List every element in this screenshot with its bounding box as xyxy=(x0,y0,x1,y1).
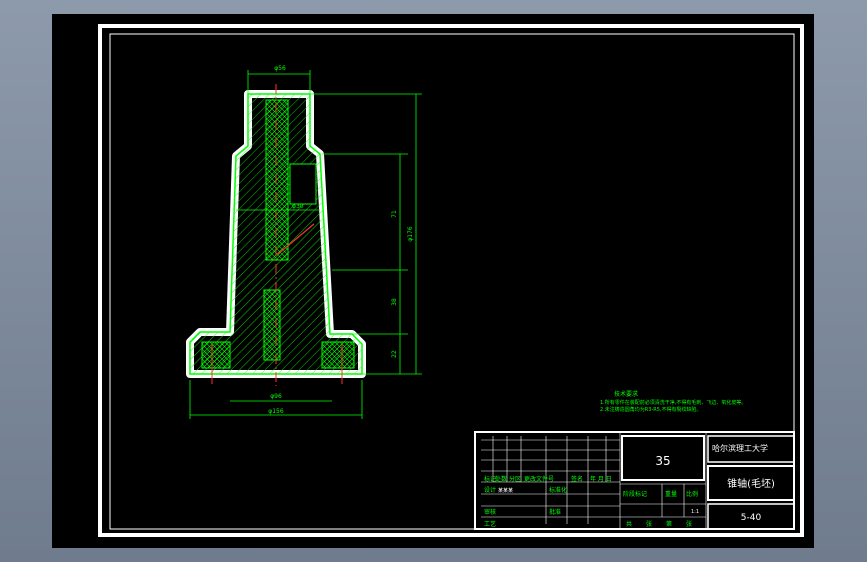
dim-base-height: 22 xyxy=(391,350,398,358)
grid-label-4: 更改文件号 xyxy=(524,475,554,483)
dim-bottom-dia: φ156 xyxy=(268,408,284,415)
grid-label-6: 年 月 日 xyxy=(590,475,612,483)
material-text: 35 xyxy=(655,454,670,468)
dim-total-height: φ176 xyxy=(407,226,414,242)
grid-label-5: 签名 xyxy=(571,475,583,483)
scale-label: 比例 xyxy=(686,490,698,498)
tech-req-line-2: 2.未注铸造圆角均为R3-R5,不得有裂纹缺陷。 xyxy=(600,406,701,413)
bottom-label-2: 张 xyxy=(646,520,652,528)
bottom-label-1: 共 xyxy=(626,520,632,528)
bottom-label-4: 张 xyxy=(686,520,692,528)
scale-value: 1:1 xyxy=(691,509,699,515)
grid-label-2: 处数 xyxy=(495,475,507,483)
school-name: 哈尔滨理工大学 xyxy=(712,443,768,453)
part-name: 锥轴(毛坯) xyxy=(727,477,775,490)
drawing-number: 5-40 xyxy=(741,513,762,523)
stage-mark-label: 阶段标记 xyxy=(623,490,647,498)
recess xyxy=(289,163,317,205)
row-design: 设计 xyxy=(484,486,496,494)
dim-upper-height: 71 xyxy=(391,210,398,218)
row-process: 工艺 xyxy=(484,520,496,528)
approve-label: 批准 xyxy=(549,508,561,516)
dim-center-dia: φ30 xyxy=(292,203,304,210)
weight-label: 重量 xyxy=(665,490,677,498)
tech-req-line-1: 1.所有零件在装配前必须清洗干净,不得有毛刺、飞边、氧化皮等。 xyxy=(600,399,746,406)
inner-frame xyxy=(109,33,795,530)
tech-req-title: 技术要求 xyxy=(614,390,638,398)
lower-bore-hatch xyxy=(263,289,281,361)
row-review: 审核 xyxy=(484,508,496,516)
outer-frame xyxy=(98,24,804,537)
grid-label-3: 分区 xyxy=(509,475,521,483)
signer-name: 某某某 xyxy=(498,488,513,494)
flange-left-hatch xyxy=(201,341,231,369)
dim-lower-height: 38 xyxy=(391,298,398,306)
cad-viewport: φ56 φ156 φ96 φ30 71 φ176 38 22 技术要求 1.所有… xyxy=(52,14,814,548)
flange-right-hatch xyxy=(321,341,355,369)
dim-top-dia: φ56 xyxy=(274,65,286,72)
dim-inner-dia: φ96 xyxy=(270,393,282,400)
std-label: 标准化 xyxy=(549,486,567,494)
bottom-label-3: 第 xyxy=(666,520,672,528)
upper-bore-hatch xyxy=(265,99,289,261)
cad-drawing: φ56 φ156 φ96 φ30 71 φ176 38 22 技术要求 1.所有… xyxy=(98,24,804,537)
